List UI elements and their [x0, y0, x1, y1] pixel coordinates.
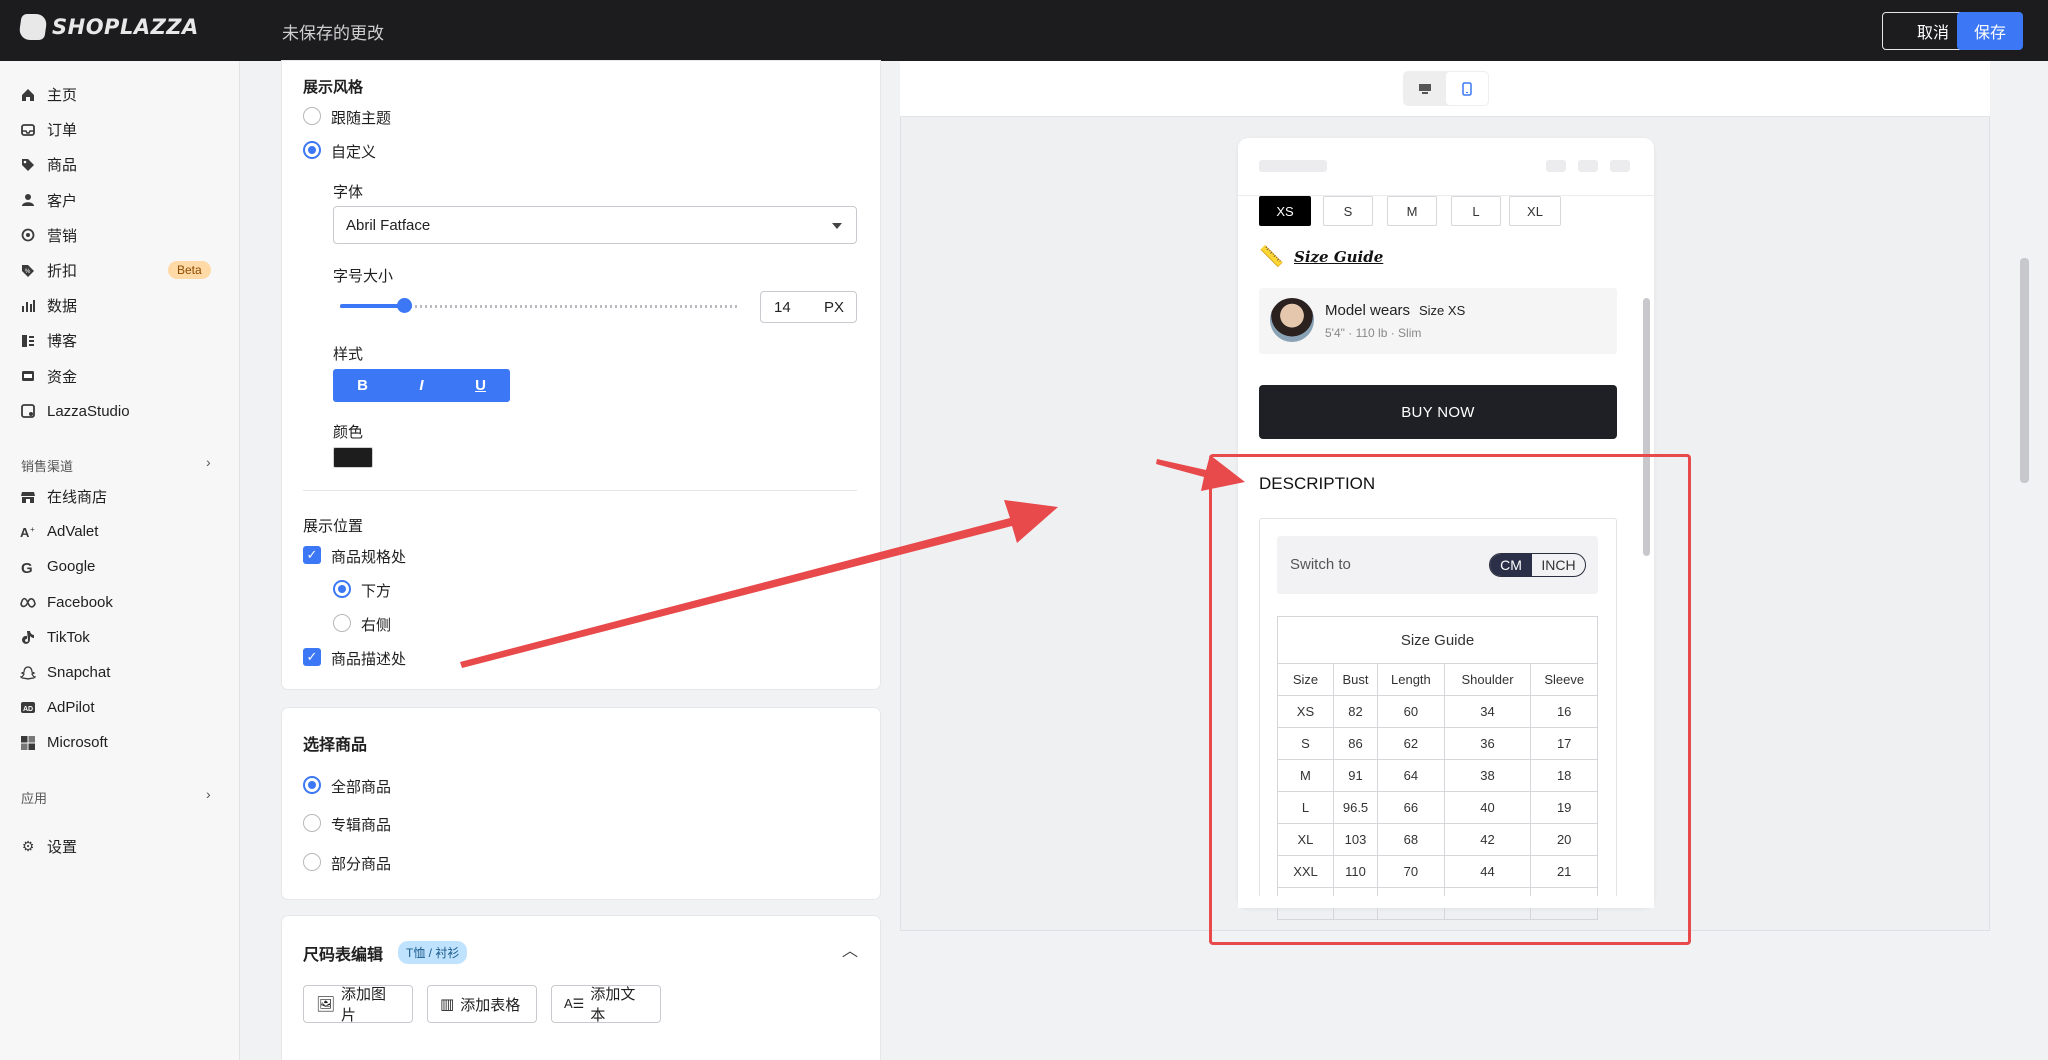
arrow-short — [1156, 455, 1245, 491]
annotation-arrows — [460, 455, 1245, 668]
page-scrollbar[interactable] — [2020, 258, 2029, 483]
arrow-long — [460, 500, 1058, 668]
